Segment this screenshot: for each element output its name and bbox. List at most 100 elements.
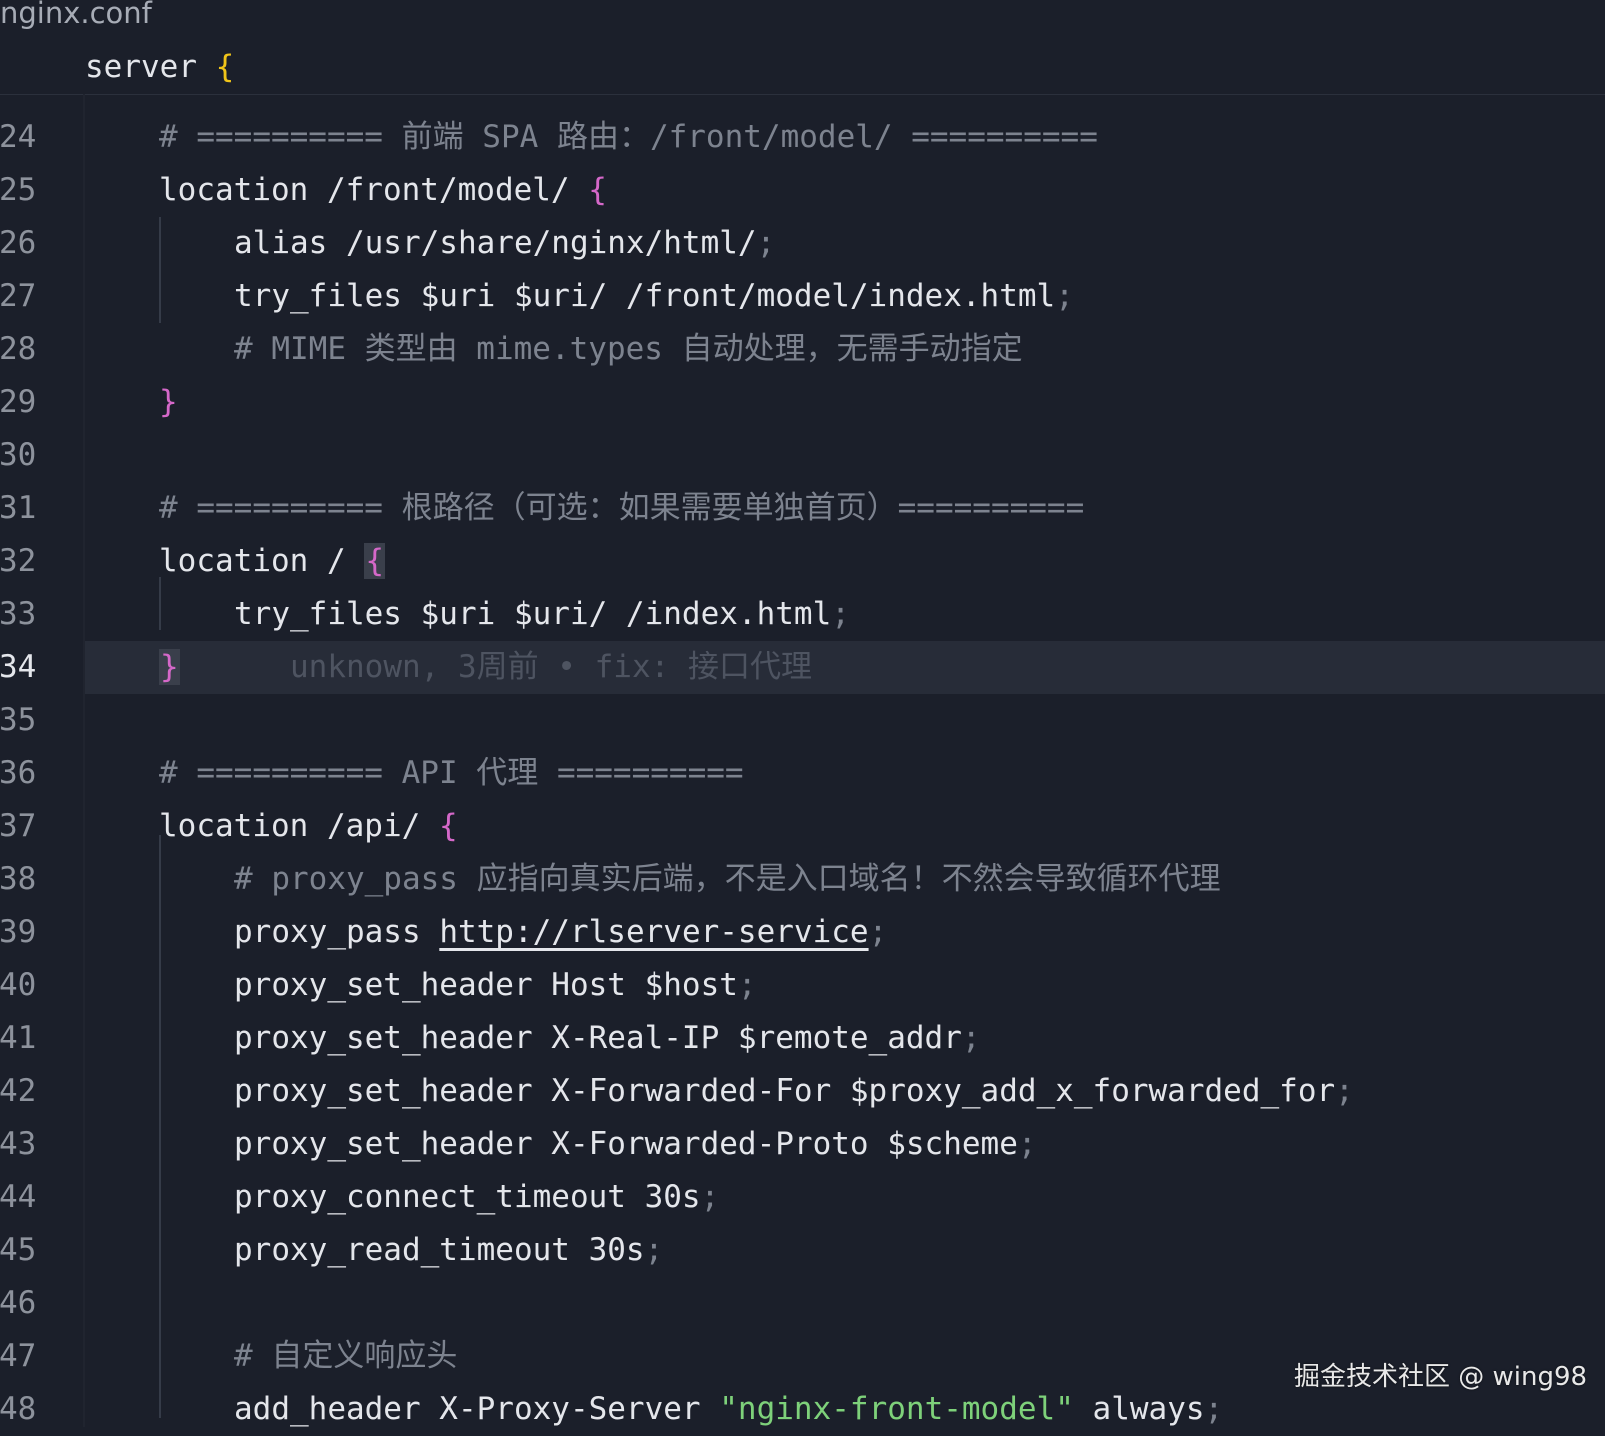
brace-close-matched: } bbox=[159, 649, 180, 685]
comment: # ========== 前端 SPA 路由：/front/model/ ===… bbox=[159, 119, 1098, 155]
line-number: 46 bbox=[0, 1285, 37, 1321]
code-line[interactable]: 31 # ========== 根路径（可选：如果需要单独首页）========… bbox=[0, 482, 1605, 535]
line-number: 41 bbox=[0, 1020, 37, 1056]
directive: location /api/ bbox=[159, 808, 439, 844]
brace-close: } bbox=[159, 384, 178, 420]
line-number: 26 bbox=[0, 225, 37, 261]
code-line[interactable]: 42 proxy_set_header X-Forwarded-For $pro… bbox=[0, 1065, 1605, 1118]
directive: proxy_read_timeout 30s bbox=[234, 1232, 645, 1268]
code-line[interactable]: 35 bbox=[0, 694, 1605, 747]
line-number: 47 bbox=[0, 1338, 37, 1374]
brace-open: { bbox=[588, 172, 607, 208]
line-number: 27 bbox=[0, 278, 37, 314]
sticky-scroll-line: server { bbox=[85, 47, 234, 87]
semicolon: ; bbox=[737, 967, 757, 1003]
line-number: 24 bbox=[0, 119, 37, 155]
line-number: 39 bbox=[0, 914, 37, 950]
semicolon: ; bbox=[961, 1020, 981, 1056]
line-code: # ========== 前端 SPA 路由：/front/model/ ===… bbox=[159, 111, 1098, 164]
directive: proxy_pass bbox=[234, 914, 440, 950]
code-line[interactable]: 41 proxy_set_header X-Real-IP $remote_ad… bbox=[0, 1012, 1605, 1065]
code-line[interactable]: 25 location /front/model/ { bbox=[0, 164, 1605, 217]
breadcrumb-filename[interactable]: nginx.conf bbox=[0, 0, 152, 36]
code-line[interactable]: 28 # MIME 类型由 mime.types 自动处理，无需手动指定 bbox=[0, 323, 1605, 376]
line-code: } bbox=[159, 376, 178, 429]
line-number: 30 bbox=[0, 437, 37, 473]
semicolon: ; bbox=[1335, 1073, 1354, 1109]
sticky-scroll-header[interactable]: server { bbox=[0, 40, 1605, 95]
code-line[interactable]: 27 try_files $uri $uri/ /front/model/ind… bbox=[0, 270, 1605, 323]
line-number: 38 bbox=[0, 861, 37, 897]
directive: location / bbox=[159, 543, 365, 579]
code-line[interactable]: 26 alias /usr/share/nginx/html/; bbox=[0, 217, 1605, 270]
line-number: 43 bbox=[0, 1126, 37, 1162]
code-line[interactable]: 45 proxy_read_timeout 30s; bbox=[0, 1224, 1605, 1277]
code-line[interactable]: 24 # ========== 前端 SPA 路由：/front/model/ … bbox=[0, 111, 1605, 164]
line-code: # proxy_pass 应指向真实后端，不是入口域名！不然会导致循环代理 bbox=[234, 853, 1221, 906]
url-link[interactable]: http://rlserver-service bbox=[439, 914, 868, 950]
code-line[interactable]: 29 } bbox=[0, 376, 1605, 429]
code-line-current[interactable]: 34 } unknown, 3周前 • fix: 接口代理 bbox=[0, 641, 1605, 694]
comment: # MIME 类型由 mime.types 自动处理，无需手动指定 bbox=[234, 331, 1023, 367]
line-number: 42 bbox=[0, 1073, 37, 1109]
line-number: 48 bbox=[0, 1391, 37, 1427]
semicolon: ; bbox=[831, 596, 850, 632]
brace-open: { bbox=[215, 49, 235, 85]
directive: proxy_set_header Host $host bbox=[234, 967, 738, 1003]
comment: # ========== 根路径（可选：如果需要单独首页）========== bbox=[159, 490, 1085, 526]
semicolon: ; bbox=[1017, 1126, 1037, 1162]
code-line[interactable]: 30 bbox=[0, 429, 1605, 482]
line-code: add_header X-Proxy-Server "nginx-front-m… bbox=[234, 1383, 1223, 1436]
code-line[interactable]: 44 proxy_connect_timeout 30s; bbox=[0, 1171, 1605, 1224]
line-number: 32 bbox=[0, 543, 37, 579]
line-code: # ========== 根路径（可选：如果需要单独首页）========== bbox=[159, 482, 1084, 535]
brace-open: { bbox=[438, 808, 458, 844]
directive: location /front/model/ bbox=[159, 172, 589, 208]
line-number: 36 bbox=[0, 755, 37, 791]
line-number: 31 bbox=[0, 490, 37, 526]
line-number: 40 bbox=[0, 967, 37, 1003]
directive: proxy_set_header X-Real-IP $remote_addr bbox=[234, 1020, 962, 1056]
line-number: 37 bbox=[0, 808, 37, 844]
line-code: location /front/model/ { bbox=[159, 164, 607, 217]
directive: try_files $uri $uri/ /front/model/index.… bbox=[234, 278, 1056, 314]
line-code: # MIME 类型由 mime.types 自动处理，无需手动指定 bbox=[234, 323, 1023, 376]
directive: proxy_connect_timeout 30s bbox=[234, 1179, 701, 1215]
watermark: 掘金技术社区 @ wing98 bbox=[1294, 1362, 1588, 1392]
line-code: proxy_set_header X-Forwarded-Proto $sche… bbox=[234, 1118, 1037, 1171]
line-code: location / { bbox=[159, 535, 385, 588]
line-code: proxy_pass http://rlserver-service; bbox=[234, 906, 887, 959]
semicolon: ; bbox=[868, 914, 888, 950]
line-code: } bbox=[159, 641, 180, 694]
line-number: 34 bbox=[0, 649, 37, 685]
line-number: 35 bbox=[0, 702, 37, 738]
code-editor[interactable]: 24 # ========== 前端 SPA 路由：/front/model/ … bbox=[0, 111, 1605, 1436]
directive: proxy_set_header X-Forwarded-Proto $sche… bbox=[234, 1126, 1018, 1162]
code-line[interactable]: 38 # proxy_pass 应指向真实后端，不是入口域名！不然会导致循环代理 bbox=[0, 853, 1605, 906]
brace-open-matched: { bbox=[364, 543, 385, 579]
code-line[interactable]: 39 proxy_pass http://rlserver-service; bbox=[0, 906, 1605, 959]
git-blame-annotation[interactable]: unknown, 3周前 • fix: 接口代理 bbox=[290, 641, 812, 694]
semicolon: ; bbox=[1055, 278, 1074, 314]
semicolon: ; bbox=[700, 1179, 720, 1215]
line-code: proxy_set_header X-Real-IP $remote_addr; bbox=[234, 1012, 981, 1065]
code-line[interactable]: 32 location / { bbox=[0, 535, 1605, 588]
line-number: 28 bbox=[0, 331, 37, 367]
line-number: 33 bbox=[0, 596, 37, 632]
line-code: proxy_set_header X-Forwarded-For $proxy_… bbox=[234, 1065, 1354, 1118]
line-code: try_files $uri $uri/ /front/model/index.… bbox=[234, 270, 1074, 323]
code-line[interactable]: 33 try_files $uri $uri/ /index.html; bbox=[0, 588, 1605, 641]
code-line[interactable]: 37 location /api/ { bbox=[0, 800, 1605, 853]
directive: proxy_set_header X-Forwarded-For $proxy_… bbox=[234, 1073, 1336, 1109]
line-code: # ========== API 代理 ========== bbox=[159, 747, 744, 800]
code-line[interactable]: 46 bbox=[0, 1277, 1605, 1330]
directive: always bbox=[1073, 1391, 1205, 1427]
code-line[interactable]: 36 # ========== API 代理 ========== bbox=[0, 747, 1605, 800]
code-line[interactable]: 40 proxy_set_header Host $host; bbox=[0, 959, 1605, 1012]
comment: # ========== API 代理 ========== bbox=[159, 755, 744, 791]
code-line[interactable]: 43 proxy_set_header X-Forwarded-Proto $s… bbox=[0, 1118, 1605, 1171]
line-code: proxy_set_header Host $host; bbox=[234, 959, 757, 1012]
line-code: alias /usr/share/nginx/html/; bbox=[234, 217, 775, 270]
keyword-server: server bbox=[85, 49, 197, 85]
comment: # proxy_pass 应指向真实后端，不是入口域名！不然会导致循环代理 bbox=[234, 861, 1221, 897]
